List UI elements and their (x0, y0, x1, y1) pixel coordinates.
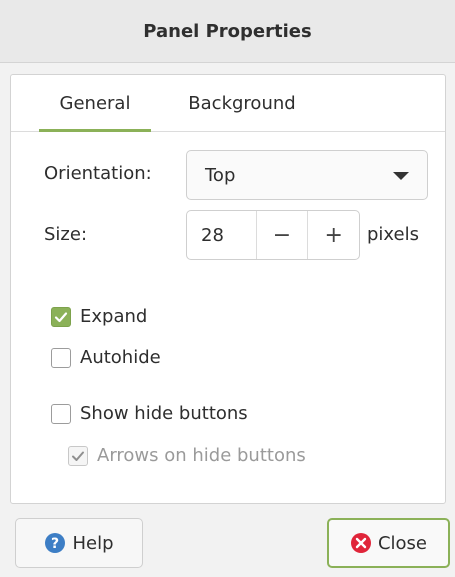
close-circle-icon (350, 532, 372, 554)
panel-properties-window: Panel Properties General Background Orie… (0, 0, 455, 577)
tab-bar: General Background (11, 75, 445, 132)
tab-general[interactable]: General (39, 75, 151, 132)
expand-label: Expand (80, 306, 148, 327)
autohide-checkbox[interactable]: Autohide (51, 347, 161, 368)
close-button[interactable]: Close (327, 518, 450, 568)
size-label: Size: (44, 224, 88, 245)
autohide-checkbox-box (51, 347, 71, 368)
help-circle-icon: ? (44, 532, 66, 554)
orientation-dropdown[interactable]: Top (186, 150, 428, 200)
show-hide-buttons-checkbox[interactable]: Show hide buttons (51, 403, 248, 424)
show-hide-buttons-label: Show hide buttons (80, 403, 248, 424)
expand-checkbox[interactable]: Expand (51, 306, 147, 327)
window-title: Panel Properties (0, 0, 455, 63)
svg-text:?: ? (51, 536, 59, 552)
autohide-label: Autohide (80, 347, 161, 368)
size-spinbutton: 28 − + (186, 210, 360, 260)
chevron-down-icon (393, 172, 409, 180)
checkmark-icon (54, 311, 68, 322)
help-button[interactable]: ? Help (15, 518, 143, 568)
arrows-on-hide-buttons-checkbox-box (68, 445, 88, 466)
tab-background[interactable]: Background (177, 75, 307, 131)
arrows-on-hide-buttons-checkbox: Arrows on hide buttons (68, 445, 306, 466)
arrows-on-hide-buttons-label: Arrows on hide buttons (97, 445, 306, 466)
orientation-value: Top (205, 164, 236, 186)
size-decrement-button[interactable]: − (257, 211, 309, 259)
orientation-label: Orientation: (44, 163, 152, 184)
help-label: Help (72, 532, 114, 554)
size-input[interactable]: 28 (187, 211, 257, 259)
close-label: Close (377, 532, 428, 554)
properties-notebook: General Background Orientation: Top Size… (10, 74, 446, 504)
checkmark-icon (72, 451, 84, 461)
size-unit-label: pixels (367, 224, 419, 245)
expand-checkbox-box (51, 306, 71, 327)
size-increment-button[interactable]: + (308, 211, 359, 259)
show-hide-buttons-checkbox-box (51, 403, 71, 424)
